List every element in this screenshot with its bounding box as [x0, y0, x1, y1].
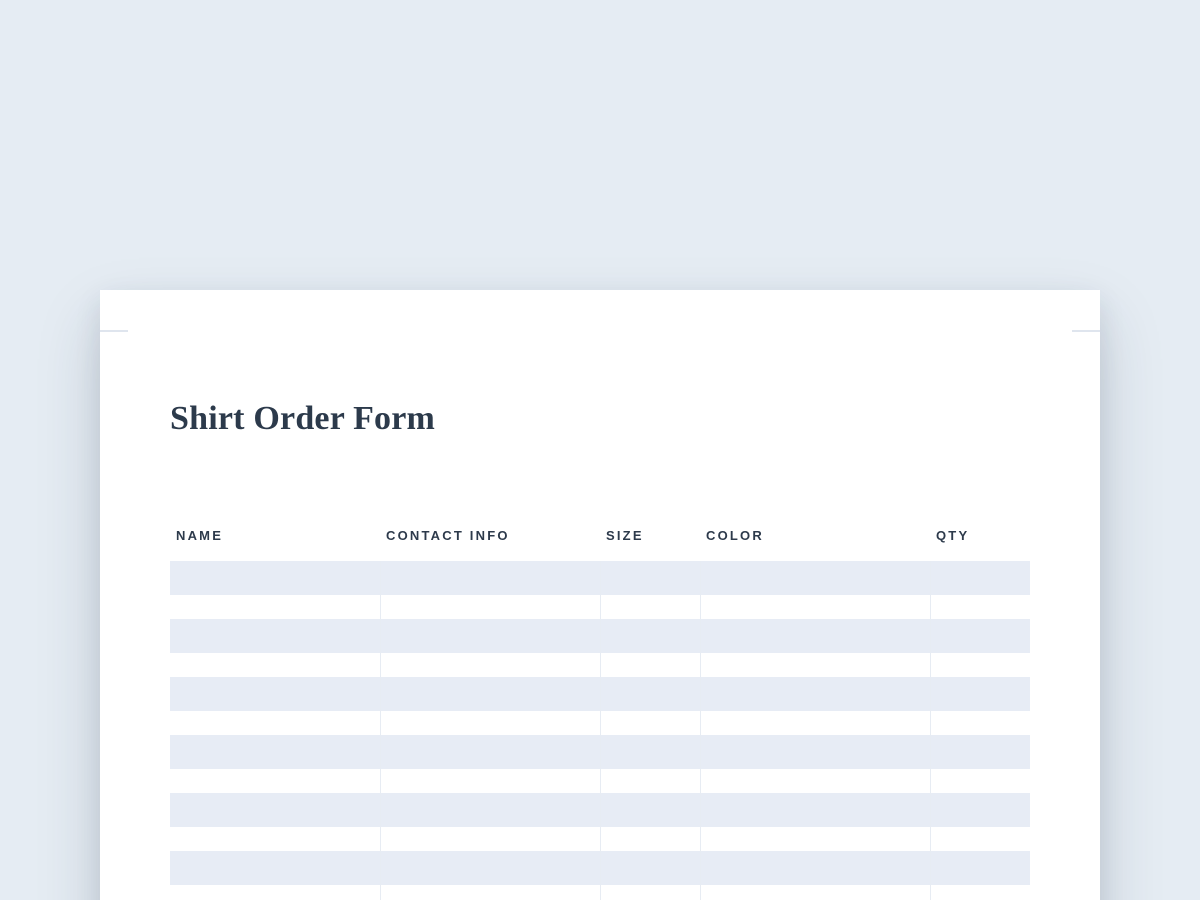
- cell-color[interactable]: [700, 561, 930, 595]
- cell-name[interactable]: [170, 619, 380, 653]
- cell-color[interactable]: [700, 677, 930, 711]
- page-margin-tick-right: [1072, 330, 1100, 332]
- cell-contact[interactable]: [380, 619, 600, 653]
- cell-contact[interactable]: [380, 561, 600, 595]
- row-gap: [170, 711, 1030, 735]
- cell-qty[interactable]: [930, 619, 1030, 653]
- table-row[interactable]: [170, 851, 1030, 885]
- cell-color[interactable]: [700, 793, 930, 827]
- cell-name[interactable]: [170, 851, 380, 885]
- cell-size[interactable]: [600, 735, 700, 769]
- cell-qty[interactable]: [930, 561, 1030, 595]
- cell-contact[interactable]: [380, 677, 600, 711]
- row-gap: [170, 827, 1030, 851]
- row-gap: [170, 595, 1030, 619]
- cell-size[interactable]: [600, 677, 700, 711]
- cell-name[interactable]: [170, 735, 380, 769]
- cell-color[interactable]: [700, 735, 930, 769]
- table-row[interactable]: [170, 561, 1030, 595]
- cell-name[interactable]: [170, 677, 380, 711]
- cell-name[interactable]: [170, 793, 380, 827]
- col-header-qty: QTY: [930, 528, 1030, 561]
- order-form-document: Shirt Order Form NAME CONTACT INFO SIZE …: [100, 290, 1100, 900]
- col-header-color: COLOR: [700, 528, 930, 561]
- cell-contact[interactable]: [380, 851, 600, 885]
- table-header-row: NAME CONTACT INFO SIZE COLOR QTY: [170, 528, 1030, 561]
- page-margin-tick-left: [100, 330, 128, 332]
- cell-qty[interactable]: [930, 677, 1030, 711]
- row-gap: [170, 769, 1030, 793]
- cell-size[interactable]: [600, 561, 700, 595]
- cell-size[interactable]: [600, 851, 700, 885]
- col-header-contact: CONTACT INFO: [380, 528, 600, 561]
- cell-qty[interactable]: [930, 793, 1030, 827]
- cell-name[interactable]: [170, 561, 380, 595]
- cell-contact[interactable]: [380, 735, 600, 769]
- order-table: NAME CONTACT INFO SIZE COLOR QTY: [170, 528, 1030, 900]
- cell-color[interactable]: [700, 851, 930, 885]
- table-row[interactable]: [170, 677, 1030, 711]
- document-title: Shirt Order Form: [170, 400, 1030, 438]
- table-row[interactable]: [170, 793, 1030, 827]
- cell-size[interactable]: [600, 619, 700, 653]
- table-body: [170, 561, 1030, 900]
- table-row[interactable]: [170, 619, 1030, 653]
- table-row[interactable]: [170, 735, 1030, 769]
- row-gap: [170, 885, 1030, 900]
- cell-color[interactable]: [700, 619, 930, 653]
- col-header-name: NAME: [170, 528, 380, 561]
- cell-size[interactable]: [600, 793, 700, 827]
- cell-qty[interactable]: [930, 851, 1030, 885]
- col-header-size: SIZE: [600, 528, 700, 561]
- cell-qty[interactable]: [930, 735, 1030, 769]
- row-gap: [170, 653, 1030, 677]
- cell-contact[interactable]: [380, 793, 600, 827]
